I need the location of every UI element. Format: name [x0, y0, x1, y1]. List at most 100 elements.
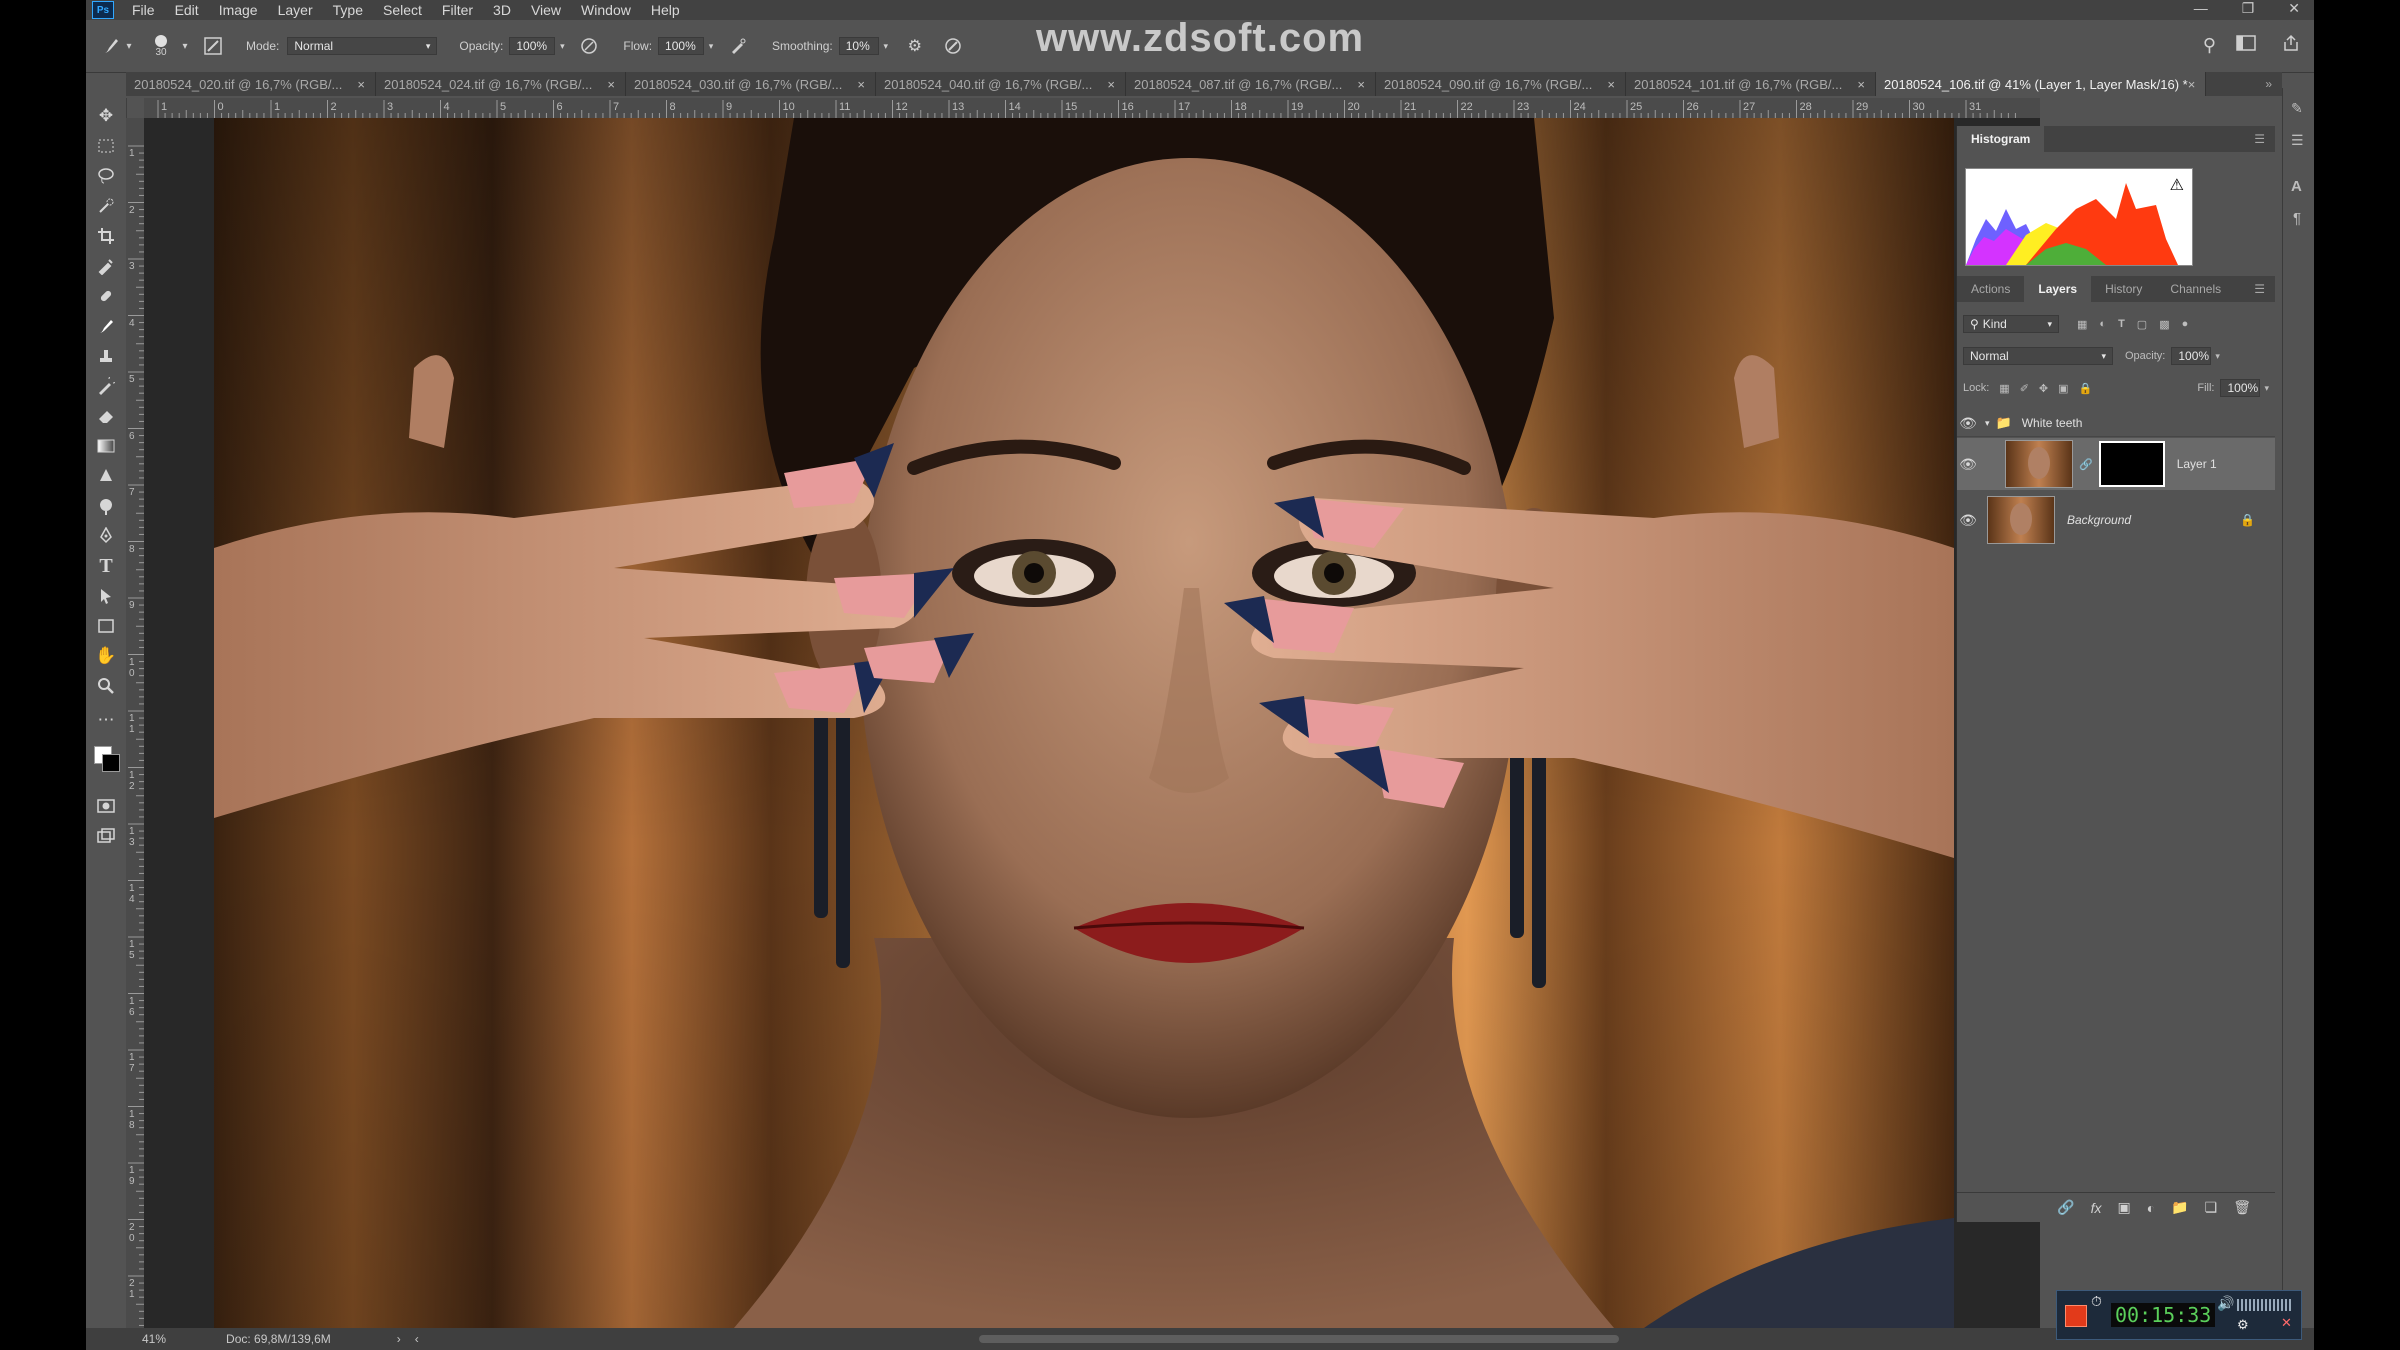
chevron-down-icon[interactable]: ▾ [555, 41, 569, 52]
filter-shape-icon[interactable]: ▢ [2137, 318, 2147, 331]
fx-icon[interactable]: fx [2091, 1200, 2102, 1216]
document-tab[interactable]: 20180524_040.tif @ 16,7% (RGB/... × [876, 72, 1126, 96]
close-tab-icon[interactable]: × [2188, 77, 2196, 92]
chevron-down-icon[interactable]: ▾ [1985, 418, 1990, 429]
close-tab-icon[interactable]: × [1357, 77, 1365, 92]
clone-stamp-tool-icon[interactable] [94, 344, 118, 368]
menu-image[interactable]: Image [219, 2, 258, 18]
rectangle-tool-icon[interactable] [94, 614, 118, 638]
layer-background[interactable]: 👁 Background 🔒 [1957, 494, 2275, 546]
close-tab-icon[interactable]: × [357, 77, 365, 92]
visibility-eye-icon[interactable]: 👁 [1957, 415, 1979, 432]
document-tab-active[interactable]: 20180524_106.tif @ 41% (Layer 1, Layer M… [1876, 72, 2206, 96]
tab-overflow-icon[interactable]: » [2265, 77, 2272, 91]
tab-layers[interactable]: Layers [2024, 276, 2092, 302]
lock-transparent-icon[interactable]: ▦ [1999, 382, 2009, 395]
zoom-tool-icon[interactable] [94, 674, 118, 698]
filter-adjustment-icon[interactable]: ◐ [2099, 318, 2106, 330]
portrait-image[interactable] [214, 118, 1954, 1328]
minimize-icon[interactable]: — [2194, 0, 2208, 17]
chevron-down-icon[interactable]: ▾ [2264, 383, 2269, 394]
kind-filter-select[interactable]: ⚲ Kind ▾ [1963, 315, 2059, 333]
pressure-opacity-icon[interactable] [577, 37, 601, 55]
chevron-right-icon[interactable]: › [397, 1332, 401, 1346]
marquee-tool-icon[interactable] [94, 134, 118, 158]
menu-view[interactable]: View [531, 2, 561, 18]
close-tab-icon[interactable]: × [857, 77, 865, 92]
filter-pixel-icon[interactable]: ▦ [2077, 318, 2087, 331]
chevron-down-icon[interactable]: ▾ [879, 41, 893, 52]
mask-link-icon[interactable]: 🔗 [2079, 458, 2093, 471]
eyedropper-tool-icon[interactable] [94, 254, 118, 278]
brush-settings-icon[interactable] [202, 37, 224, 55]
brush-tool-active-icon[interactable] [94, 314, 118, 338]
tab-actions[interactable]: Actions [1957, 276, 2024, 302]
pen-tool-icon[interactable] [94, 524, 118, 548]
lasso-tool-icon[interactable] [94, 164, 118, 188]
quick-mask-icon[interactable] [94, 794, 118, 818]
chevron-down-icon[interactable]: ▾ [178, 41, 192, 52]
close-icon[interactable]: ✕ [2281, 1315, 2292, 1331]
menu-help[interactable]: Help [651, 2, 680, 18]
menu-select[interactable]: Select [383, 2, 422, 18]
lock-position-icon[interactable]: ✥ [2039, 382, 2048, 395]
document-tab[interactable]: 20180524_020.tif @ 16,7% (RGB/... × [126, 72, 376, 96]
filter-toggle-icon[interactable]: ● [2182, 318, 2189, 330]
type-tool-icon[interactable]: T [94, 554, 118, 578]
new-layer-icon[interactable]: ❏ [2205, 1199, 2218, 1216]
volume-icon[interactable]: 🔊 [2217, 1295, 2234, 1312]
gradient-tool-icon[interactable] [94, 434, 118, 458]
close-tab-icon[interactable]: × [1107, 77, 1115, 92]
blend-mode-select[interactable]: Normal ▾ [1963, 347, 2113, 365]
chevron-down-icon[interactable]: ▾ [704, 41, 718, 52]
zoom-level[interactable]: 41% [142, 1332, 166, 1346]
pressure-size-icon[interactable] [941, 37, 965, 55]
layer-mask-thumbnail[interactable] [2098, 441, 2165, 487]
search-icon[interactable]: ⚲ [2203, 35, 2216, 56]
dodge-tool-icon[interactable] [94, 494, 118, 518]
mode-select[interactable]: Normal ▾ [287, 37, 438, 55]
opacity-input[interactable]: 100% [509, 37, 556, 55]
visibility-eye-icon[interactable]: 👁 [1957, 512, 1979, 529]
menu-window[interactable]: Window [581, 2, 631, 18]
document-tab[interactable]: 20180524_090.tif @ 16,7% (RGB/... × [1376, 72, 1626, 96]
close-tab-icon[interactable]: × [607, 77, 615, 92]
close-tab-icon[interactable]: × [1857, 77, 1865, 92]
properties-panel-icon[interactable]: ☰ [2291, 132, 2304, 149]
move-tool-icon[interactable]: ✥ [94, 104, 118, 128]
lock-artboard-icon[interactable]: ▣ [2058, 382, 2068, 395]
document-size[interactable]: Doc: 69,8M/139,6M [226, 1332, 331, 1346]
brush-settings-panel-icon[interactable]: ✎ [2291, 100, 2303, 117]
menu-edit[interactable]: Edit [175, 2, 199, 18]
tab-histogram[interactable]: Histogram [1957, 126, 2045, 152]
close-icon[interactable]: ✕ [2288, 0, 2300, 17]
blur-tool-icon[interactable] [94, 464, 118, 488]
crop-tool-icon[interactable] [94, 224, 118, 248]
document-tab[interactable]: 20180524_101.tif @ 16,7% (RGB/... × [1626, 72, 1876, 96]
new-group-icon[interactable]: 📁 [2171, 1199, 2188, 1216]
hand-tool-icon[interactable]: ✋ [94, 644, 118, 668]
menu-3d[interactable]: 3D [493, 2, 511, 18]
warning-icon[interactable]: ⚠ [2170, 175, 2184, 195]
visibility-eye-icon[interactable]: 👁 [1957, 456, 1979, 473]
screen-mode-icon[interactable] [94, 824, 118, 848]
history-brush-tool-icon[interactable] [94, 374, 118, 398]
menu-filter[interactable]: Filter [442, 2, 473, 18]
horizontal-scrollbar[interactable] [978, 1335, 1619, 1343]
adjustment-layer-icon[interactable]: ◐ [2147, 1200, 2155, 1216]
workspace-icon[interactable] [2236, 34, 2256, 52]
restore-icon[interactable]: ❐ [2242, 0, 2255, 17]
color-swatches[interactable] [94, 738, 120, 778]
layer-group-white-teeth[interactable]: 👁 ▾ 📁 White teeth [1957, 410, 2275, 437]
menu-layer[interactable]: Layer [278, 2, 313, 18]
menu-type[interactable]: Type [333, 2, 363, 18]
gear-icon[interactable]: ⚙ [903, 36, 927, 56]
lock-image-icon[interactable]: ✐ [2020, 382, 2029, 395]
panel-menu-icon[interactable]: ☰ [2254, 282, 2265, 296]
document-tab[interactable]: 20180524_024.tif @ 16,7% (RGB/... × [376, 72, 626, 96]
link-layers-icon[interactable]: 🔗 [2057, 1199, 2074, 1216]
flow-input[interactable]: 100% [658, 37, 705, 55]
lock-all-icon[interactable]: 🔒 [2079, 382, 2093, 395]
layer-layer-1[interactable]: 👁 🔗 Layer 1 [1957, 438, 2275, 490]
panel-menu-icon[interactable]: ☰ [2254, 132, 2265, 146]
